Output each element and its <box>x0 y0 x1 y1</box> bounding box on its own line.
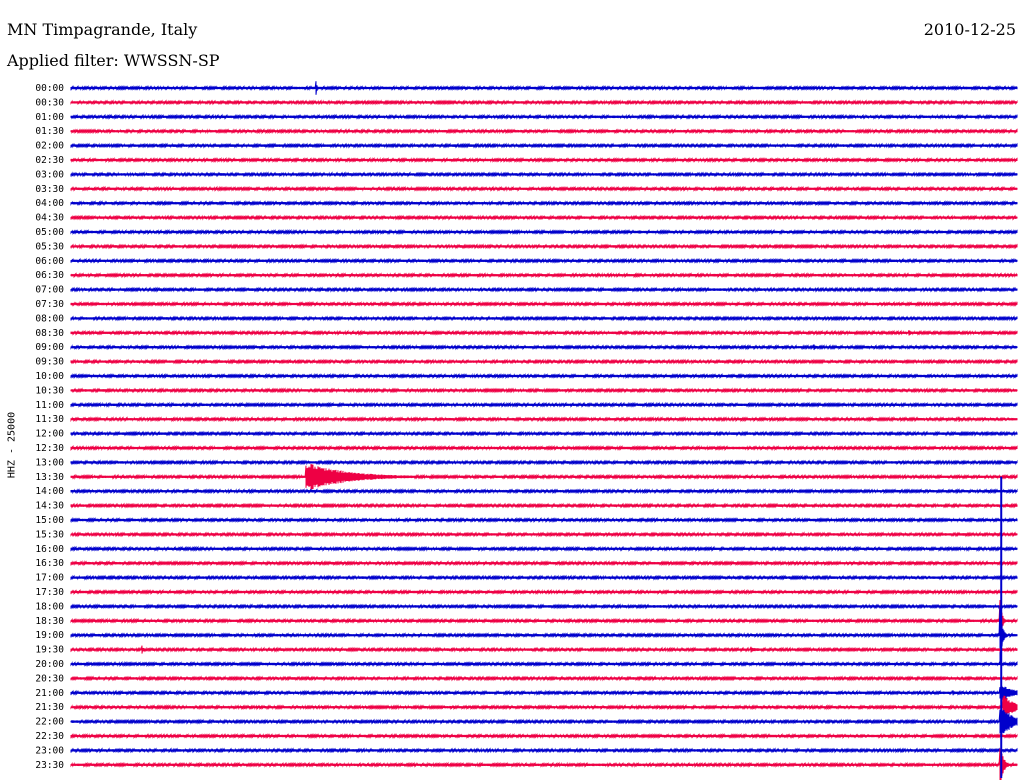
row-label-2230: 22:30 <box>35 731 64 742</box>
row-label-1730: 17:30 <box>35 587 64 598</box>
row-labels: 00:00 00:30 01:00 01:30 02:00 02:30 03:00 03:30… <box>35 83 64 771</box>
row-label-1630: 16:30 <box>35 558 64 569</box>
row-label-0830: 08:30 <box>35 328 64 339</box>
row-label-0530: 05:30 <box>35 241 64 252</box>
row-label-1530: 15:30 <box>35 529 64 540</box>
row-label-1830: 18:30 <box>35 616 64 627</box>
row-label-1000: 10:00 <box>35 371 64 382</box>
row-label-1600: 16:00 <box>35 544 64 555</box>
row-label-2000: 20:00 <box>35 659 64 670</box>
row-label-0630: 06:30 <box>35 270 64 281</box>
row-label-0130: 01:30 <box>35 126 64 137</box>
row-label-0930: 09:30 <box>35 357 64 368</box>
row-label-2100: 21:00 <box>35 688 64 699</box>
row-label-2130: 21:30 <box>35 702 64 713</box>
row-label-0600: 06:00 <box>35 256 64 267</box>
row-label-1500: 15:00 <box>35 515 64 526</box>
row-label-1430: 14:30 <box>35 501 64 512</box>
row-label-1700: 17:00 <box>35 573 64 584</box>
row-label-0230: 02:30 <box>35 155 64 166</box>
row-label-2030: 20:30 <box>35 673 64 684</box>
row-label-0330: 03:30 <box>35 184 64 195</box>
row-label-1100: 11:00 <box>35 400 64 411</box>
row-label-0300: 03:00 <box>35 169 64 180</box>
row-label-0400: 04:00 <box>35 198 64 209</box>
row-label-0100: 01:00 <box>35 112 64 123</box>
traces <box>70 81 1018 780</box>
seismogram-plot: 00:00 00:30 01:00 01:30 02:00 02:30 03:00 03:30… <box>35 81 1018 780</box>
row-label-1030: 10:30 <box>35 385 64 396</box>
row-label-0030: 00:30 <box>35 97 64 108</box>
row-label-0500: 05:00 <box>35 227 64 238</box>
row-label-1300: 13:00 <box>35 457 64 468</box>
row-label-1900: 19:00 <box>35 630 64 641</box>
row-label-0900: 09:00 <box>35 342 64 353</box>
row-label-1400: 14:00 <box>35 486 64 497</box>
row-label-0200: 02:00 <box>35 141 64 152</box>
row-label-0800: 08:00 <box>35 313 64 324</box>
row-label-0700: 07:00 <box>35 285 64 296</box>
row-label-1230: 12:30 <box>35 443 64 454</box>
row-label-1130: 11:30 <box>35 414 64 425</box>
row-label-1330: 13:30 <box>35 472 64 483</box>
row-label-2200: 22:00 <box>35 717 64 728</box>
row-label-2300: 23:00 <box>35 745 64 756</box>
row-label-1200: 12:00 <box>35 429 64 440</box>
row-label-1930: 19:30 <box>35 645 64 656</box>
row-label-1800: 18:00 <box>35 601 64 612</box>
row-label-0000: 00:00 <box>35 83 64 94</box>
row-label-0730: 07:30 <box>35 299 64 310</box>
row-label-0430: 04:30 <box>35 213 64 224</box>
row-label-2330: 23:30 <box>35 760 64 771</box>
